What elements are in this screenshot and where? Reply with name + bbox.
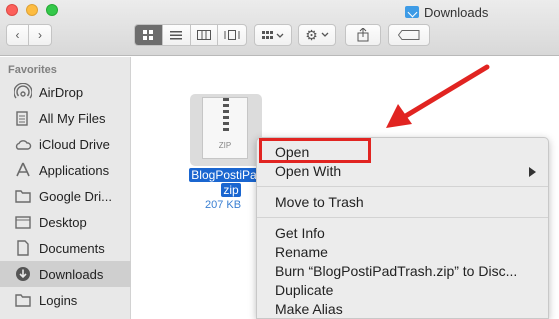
red-arrow-annotation bbox=[386, 64, 490, 128]
